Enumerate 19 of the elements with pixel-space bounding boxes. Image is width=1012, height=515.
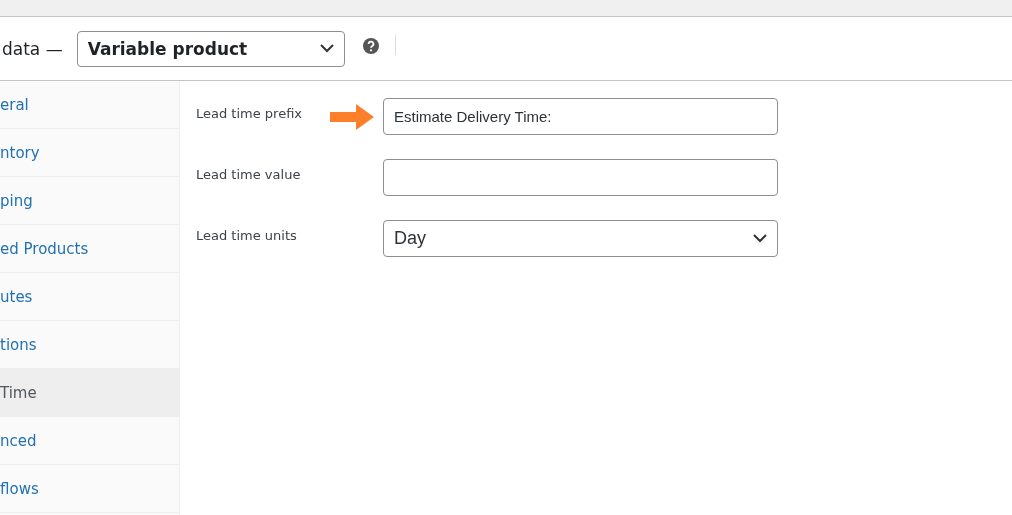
product-type-select[interactable]: Variable product — [76, 30, 345, 67]
product-data-tab[interactable]: nced — [0, 417, 179, 465]
product-data-tab[interactable]: ping — [0, 177, 179, 225]
product-data-tab[interactable]: eral — [0, 81, 179, 129]
chevron-down-icon — [753, 234, 767, 243]
help-icon[interactable] — [362, 37, 379, 54]
chevron-down-icon — [319, 44, 334, 53]
field-label: Lead time prefix — [196, 106, 304, 121]
text-input-field[interactable]: Estimate Delivery Time: — [383, 98, 778, 135]
field-label: Lead time units — [196, 228, 298, 243]
product-data-tab[interactable]: flows — [0, 465, 179, 513]
text-input-field[interactable] — [383, 159, 778, 196]
product-data-tab[interactable]: utes — [0, 273, 179, 321]
product-data-tab[interactable]: Time — [0, 369, 179, 417]
product-data-tab[interactable]: ntory — [0, 129, 179, 177]
product-data-tab[interactable]: ed Products — [0, 225, 179, 273]
panel-title: data — — [2, 38, 63, 59]
field-label: Lead time value — [196, 167, 302, 182]
units-select[interactable]: Day — [383, 220, 778, 257]
